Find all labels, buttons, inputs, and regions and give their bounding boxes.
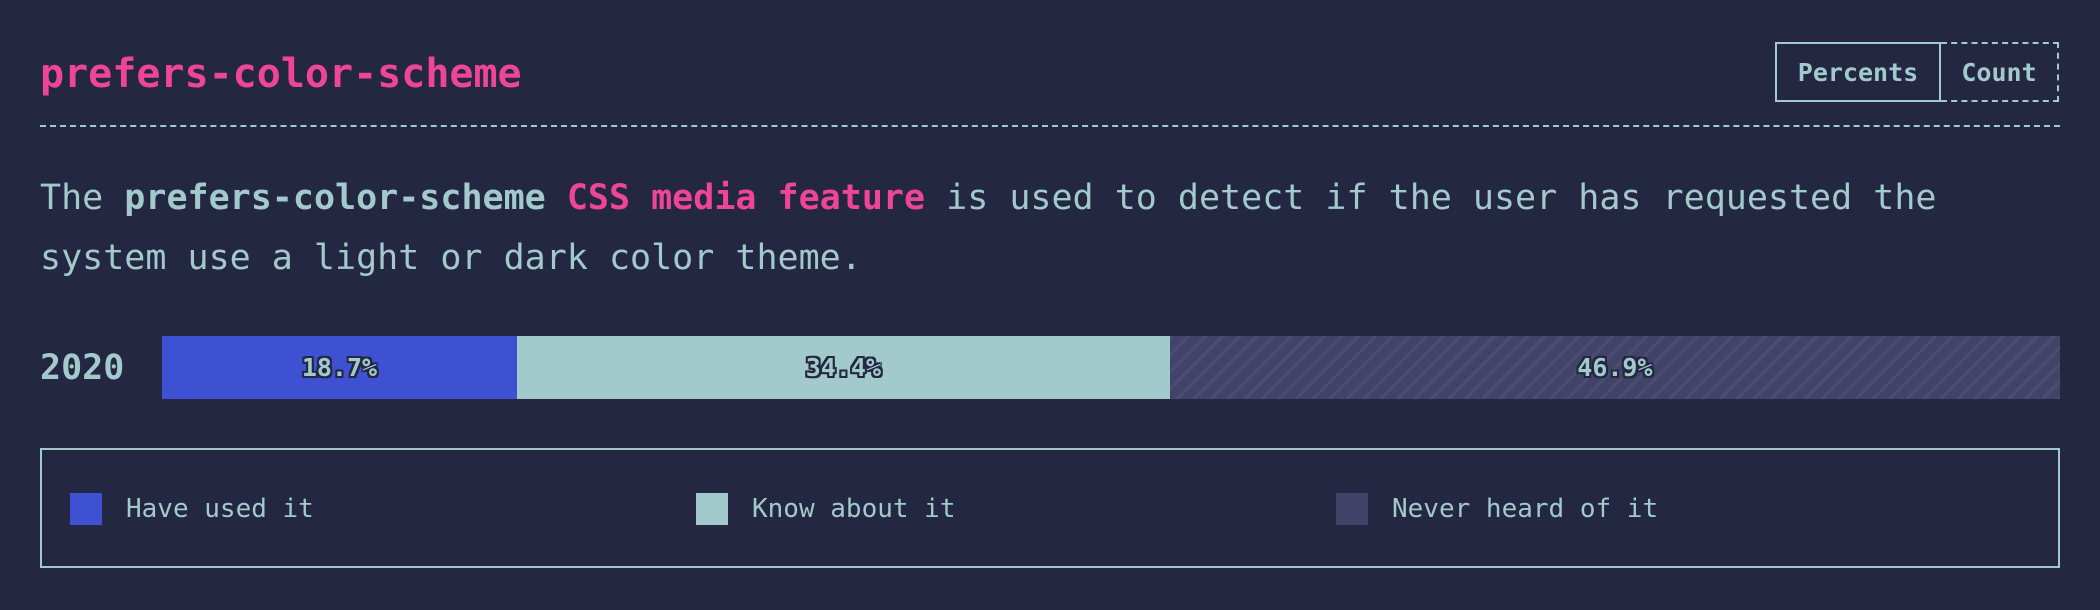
count-button[interactable]: Count: [1941, 42, 2059, 102]
legend-item[interactable]: Know about it: [696, 493, 956, 525]
chart-legend: Have used it Know about it Never heard of …: [40, 448, 2060, 568]
bar-value-label: 46.9%: [1577, 353, 1653, 382]
description-keyword: prefers-color-scheme: [124, 178, 546, 218]
legend-item[interactable]: Have used it: [70, 493, 314, 525]
legend-swatch: [70, 493, 102, 525]
bar-segment-never-heard-of-it[interactable]: 46.9%: [1169, 336, 2060, 399]
legend-item[interactable]: Never heard of it: [1336, 493, 1658, 525]
header-divider: [40, 125, 2060, 127]
bar-segment-know-about-it[interactable]: 34.4%: [516, 336, 1170, 399]
legend-label: Have used it: [126, 494, 314, 524]
stacked-bar: 18.7% 34.4% 46.9%: [162, 336, 2060, 399]
units-toggle: Percents Count: [1775, 42, 2059, 102]
legend-swatch: [1336, 493, 1368, 525]
bar-segment-have-used-it[interactable]: 18.7%: [162, 336, 517, 399]
description-text-space: [546, 178, 567, 218]
category-label: 2020: [40, 348, 125, 388]
bar-value-label: 18.7%: [301, 353, 378, 382]
chart-title: prefers-color-scheme: [40, 51, 522, 97]
description-text-intro: The: [40, 178, 125, 218]
legend-label: Know about it: [752, 494, 956, 524]
bar-value-label: 34.4%: [805, 353, 881, 382]
css-media-feature-link[interactable]: CSS media feature: [567, 178, 925, 218]
percents-button[interactable]: Percents: [1775, 42, 1941, 102]
chart-description: The prefers-color-scheme CSS media featu…: [40, 168, 2070, 288]
legend-swatch: [696, 493, 728, 525]
legend-label: Never heard of it: [1392, 494, 1659, 524]
